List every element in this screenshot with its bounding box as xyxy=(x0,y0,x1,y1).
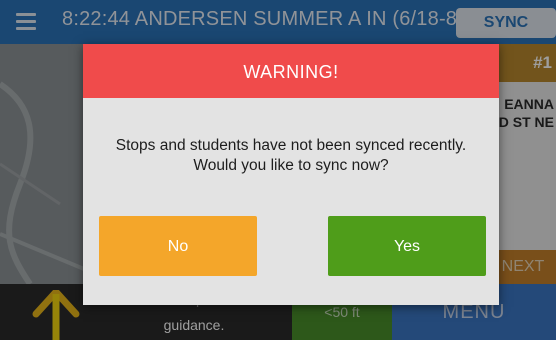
dialog-title: WARNING! xyxy=(83,44,499,98)
dialog-message-line-2: Would you like to sync now? xyxy=(193,157,389,174)
dialog-message-line-1: Stops and students have not been synced … xyxy=(115,137,467,154)
dialog-message: Stops and students have not been synced … xyxy=(83,136,499,176)
yes-button[interactable]: Yes xyxy=(328,216,486,276)
app-screen: 8:22:44 ANDERSEN SUMMER A IN (6/18-8/2) … xyxy=(0,0,556,340)
warning-dialog: WARNING! Stops and students have not bee… xyxy=(83,44,499,305)
no-button[interactable]: No xyxy=(99,216,257,276)
